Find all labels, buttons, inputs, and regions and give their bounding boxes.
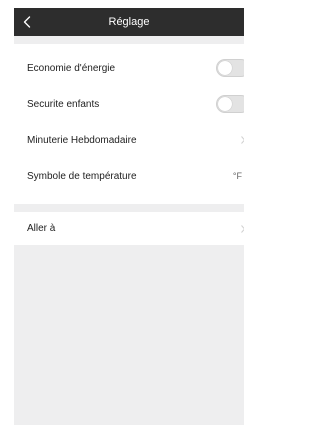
goto-group: Aller à (14, 212, 244, 245)
navigation-bar: Réglage (14, 8, 244, 36)
toggle-knob (218, 97, 232, 111)
settings-group: Economie d'énergie Securite enfants Minu… (14, 44, 244, 204)
energy-saving-row: Economie d'énergie (14, 50, 244, 86)
goto-label: Aller à (27, 223, 56, 234)
temperature-symbol-row[interactable]: Symbole de température °F (14, 158, 244, 194)
goto-row[interactable]: Aller à (14, 212, 244, 245)
child-lock-row: Securite enfants (14, 86, 244, 122)
temperature-symbol-label: Symbole de température (27, 170, 137, 182)
temperature-symbol-value: °F (232, 171, 242, 181)
energy-saving-toggle[interactable] (216, 59, 244, 77)
energy-saving-label: Economie d'énergie (27, 62, 116, 74)
weekly-timer-row[interactable]: Minuterie Hebdomadaire (14, 122, 244, 158)
settings-screen: Réglage Economie d'énergie Securite enfa… (14, 8, 244, 425)
child-lock-label: Securite enfants (27, 98, 100, 110)
weekly-timer-label: Minuterie Hebdomadaire (27, 134, 137, 146)
chevron-right-icon (241, 136, 244, 144)
toggle-knob (218, 61, 232, 75)
page-title: Réglage (108, 16, 150, 28)
chevron-right-icon (241, 224, 244, 233)
child-lock-toggle[interactable] (216, 95, 244, 113)
